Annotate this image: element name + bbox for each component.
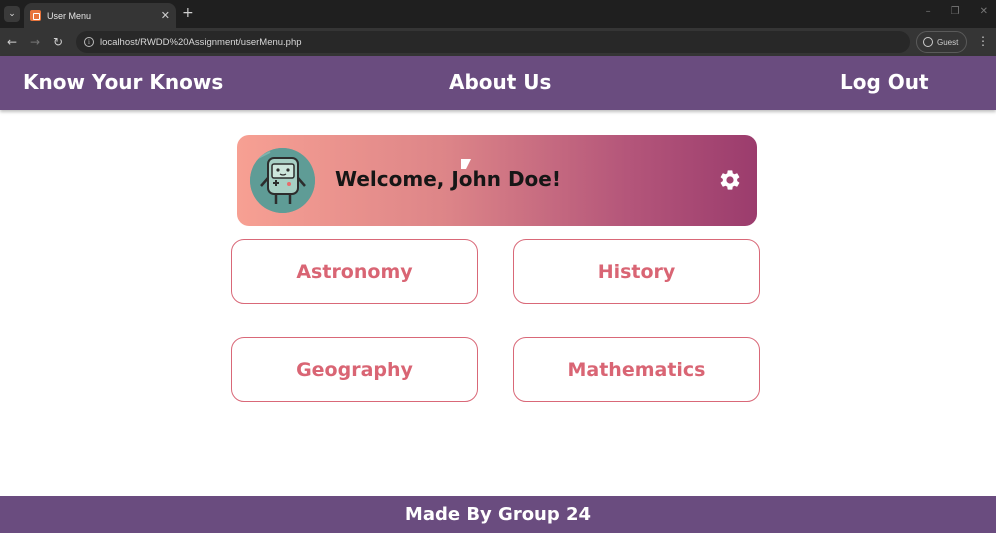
address-bar[interactable]: i localhost/RWDD%20Assignment/userMenu.p… <box>76 31 910 53</box>
browser-menu-icon[interactable]: ⋮ <box>977 34 989 48</box>
site-navbar: Know Your Knows About Us Log Out <box>0 56 996 110</box>
close-tab-icon[interactable]: ✕ <box>161 9 170 22</box>
avatar <box>250 148 315 213</box>
chevron-down-icon: ⌄ <box>8 9 16 19</box>
mouse-cursor-icon <box>461 159 471 169</box>
site-info-icon[interactable]: i <box>84 37 94 47</box>
site-footer: Made By Group 24 <box>0 496 996 533</box>
window-close-icon[interactable]: ✕ <box>980 6 988 17</box>
history-button[interactable]: History <box>513 239 760 304</box>
user-icon <box>923 37 933 47</box>
welcome-message: Welcome, John Doe! <box>335 167 561 191</box>
profile-button[interactable]: Guest <box>916 31 967 53</box>
settings-button[interactable] <box>718 168 742 192</box>
about-us-link[interactable]: About Us <box>449 70 551 94</box>
astronomy-button[interactable]: Astronomy <box>231 239 478 304</box>
profile-label: Guest <box>937 37 959 47</box>
reload-icon[interactable]: ↻ <box>53 35 63 49</box>
browser-tab[interactable]: User Menu ✕ <box>24 3 176 28</box>
new-tab-button[interactable]: + <box>182 6 194 20</box>
browser-toolbar: ← → ↻ i localhost/RWDD%20Assignment/user… <box>0 28 996 56</box>
welcome-card: Welcome, John Doe! <box>237 135 757 226</box>
mathematics-button[interactable]: Mathematics <box>513 337 760 402</box>
brand-link[interactable]: Know Your Knows <box>23 70 223 94</box>
tab-search-button[interactable]: ⌄ <box>4 6 20 22</box>
log-out-link[interactable]: Log Out <box>840 70 929 94</box>
back-arrow-icon[interactable]: ← <box>7 35 17 49</box>
browser-tab-bar: ⌄ User Menu ✕ + – ❐ ✕ <box>0 0 996 28</box>
tab-title: User Menu <box>47 10 92 21</box>
window-controls: – ❐ ✕ <box>926 6 988 17</box>
xampp-favicon-icon <box>30 10 41 21</box>
footer-text: Made By Group 24 <box>404 504 592 525</box>
minimize-icon[interactable]: – <box>926 6 931 17</box>
url-text: localhost/RWDD%20Assignment/userMenu.php <box>100 36 302 48</box>
forward-arrow-icon[interactable]: → <box>30 35 40 49</box>
geography-button[interactable]: Geography <box>231 337 478 402</box>
gear-icon <box>720 170 740 190</box>
robot-avatar-icon <box>250 148 315 213</box>
restore-icon[interactable]: ❐ <box>951 6 960 17</box>
